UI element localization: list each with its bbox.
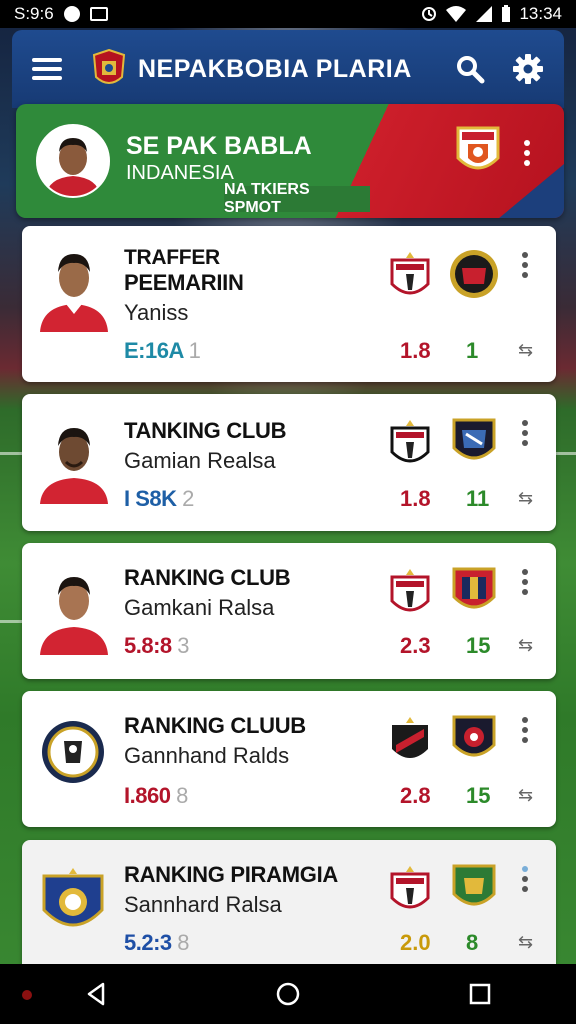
gear-icon[interactable]: [512, 53, 544, 85]
recording-indicator-icon: [22, 990, 32, 1000]
player-photo: [40, 577, 108, 655]
card-code-value: I.860: [124, 783, 171, 808]
signal-icon: [476, 6, 493, 22]
card-value1: 2.8: [400, 783, 431, 808]
club-crest-icon: [390, 252, 430, 295]
club-crest-icon: [452, 864, 496, 906]
status-bar: S:9:6 13:34: [0, 0, 576, 28]
swap-icon[interactable]: ⇆: [518, 635, 533, 656]
player-photo: [40, 428, 108, 504]
card-value2: 8: [466, 930, 479, 955]
club-badge-icon: [42, 721, 104, 783]
back-button[interactable]: [72, 970, 120, 1018]
card-value2: 15: [466, 783, 491, 808]
card-value1: 1.8: [400, 486, 431, 511]
club-badge-icon: [42, 868, 104, 927]
club-crest-icon: [390, 866, 430, 909]
status-left-text: S:9:6: [14, 4, 54, 23]
card-code-value: 5.8:8: [124, 633, 172, 658]
list-item[interactable]: RANKING CLUB Gamkani Ralsa 5.8:8 3 2.3 1…: [22, 543, 556, 679]
player-photo: [40, 254, 108, 332]
club-crest-icon: [452, 418, 496, 460]
status-time: 13:34: [519, 4, 562, 23]
swap-icon[interactable]: ⇆: [518, 340, 533, 361]
card-code: I S8K 2: [124, 486, 194, 512]
card-code: E:16A 1: [124, 338, 201, 364]
app-title: NEPAKBOBIA PLARIA: [138, 54, 412, 83]
club-crest-icon: [390, 569, 430, 612]
banner-subtitle: INDANESIA: [126, 162, 234, 184]
card-code-value: I S8K: [124, 486, 177, 511]
card-title: RANKING CLUB: [124, 565, 291, 590]
wifi-icon: [446, 6, 467, 22]
gallery-icon: [89, 7, 108, 21]
card-code-suffix: 2: [182, 486, 194, 511]
alarm-icon: [422, 7, 437, 21]
club-crest-icon: [390, 420, 430, 463]
club-crest-icon: [452, 567, 496, 609]
card-value2: 1: [466, 338, 479, 363]
card-subtitle: Gamkani Ralsa: [124, 595, 275, 620]
menu-icon[interactable]: [32, 58, 62, 80]
card-more-icon[interactable]: [522, 252, 530, 278]
banner-more-icon[interactable]: [524, 140, 532, 166]
avatar: [36, 124, 110, 198]
card-title: RANKING CLUUB: [124, 713, 306, 738]
card-title-line2: PEEMARIIN: [124, 270, 244, 295]
banner-title: SE PAK BABLA: [126, 132, 312, 160]
swap-icon[interactable]: ⇆: [518, 488, 533, 509]
card-code: 5.8:8 3: [124, 633, 190, 659]
card-more-icon[interactable]: [522, 717, 530, 743]
card-subtitle: Gamian Realsa: [124, 448, 276, 473]
banner-pill[interactable]: NA TKIERS SPMOT: [224, 181, 370, 216]
card-value2: 15: [466, 633, 491, 658]
card-code-suffix: 8: [176, 783, 188, 808]
club-crest-icon: [392, 717, 428, 758]
card-subtitle: Gannhand Ralds: [124, 743, 290, 768]
list-item[interactable]: RANKING CLUUB Gannhand Ralds I.860 8 2.8…: [22, 691, 556, 827]
notification-icon: [63, 6, 80, 22]
card-title: TANKING CLUB: [124, 418, 287, 443]
swap-icon[interactable]: ⇆: [518, 785, 533, 806]
list-item[interactable]: TRAFFER PEEMARIIN Yaniss E:16A 1 1.8 1 ⇆: [22, 226, 556, 382]
card-value1: 2.3: [400, 633, 431, 658]
club-crest-icon: [452, 715, 496, 757]
system-nav-bar: [0, 964, 576, 1024]
card-more-icon[interactable]: [522, 866, 530, 892]
card-code: I.860 8: [124, 783, 188, 809]
card-value1: 1.8: [400, 338, 431, 363]
home-button[interactable]: [264, 970, 312, 1018]
club-crest-icon: [450, 250, 498, 298]
club-crest-icon: [456, 126, 500, 170]
card-subtitle: Yaniss: [124, 300, 189, 325]
card-more-icon[interactable]: [522, 420, 530, 446]
card-code-suffix: 3: [177, 633, 190, 658]
battery-icon: [502, 5, 511, 22]
card-code-suffix: 8: [177, 930, 190, 955]
card-value2: 11: [466, 486, 490, 511]
featured-banner[interactable]: SE PAK BABLA INDANESIA NA TKIERS SPMOT: [16, 104, 564, 218]
card-code-suffix: 1: [188, 338, 201, 363]
card-subtitle: Sannhard Ralsa: [124, 892, 282, 917]
list-item[interactable]: RANKING PIRAMGIA Sannhard Ralsa 5.2:3 8 …: [22, 840, 556, 964]
card-code: 5.2:3 8: [124, 930, 190, 956]
card-more-icon[interactable]: [522, 569, 530, 595]
card-code-value: 5.2:3: [124, 930, 172, 955]
app-logo-crest: [92, 49, 126, 84]
card-title: RANKING PIRAMGIA: [124, 862, 338, 887]
app-bar: NEPAKBOBIA PLARIA: [12, 30, 564, 108]
swap-icon[interactable]: ⇆: [518, 932, 533, 953]
card-title: TRAFFER: [124, 246, 220, 269]
card-code-value: E:16A: [124, 338, 184, 363]
recents-button[interactable]: [456, 970, 504, 1018]
search-icon[interactable]: [454, 53, 486, 85]
card-value1: 2.0: [400, 930, 431, 955]
list-item[interactable]: TANKING CLUB Gamian Realsa I S8K 2 1.8 1…: [22, 394, 556, 531]
